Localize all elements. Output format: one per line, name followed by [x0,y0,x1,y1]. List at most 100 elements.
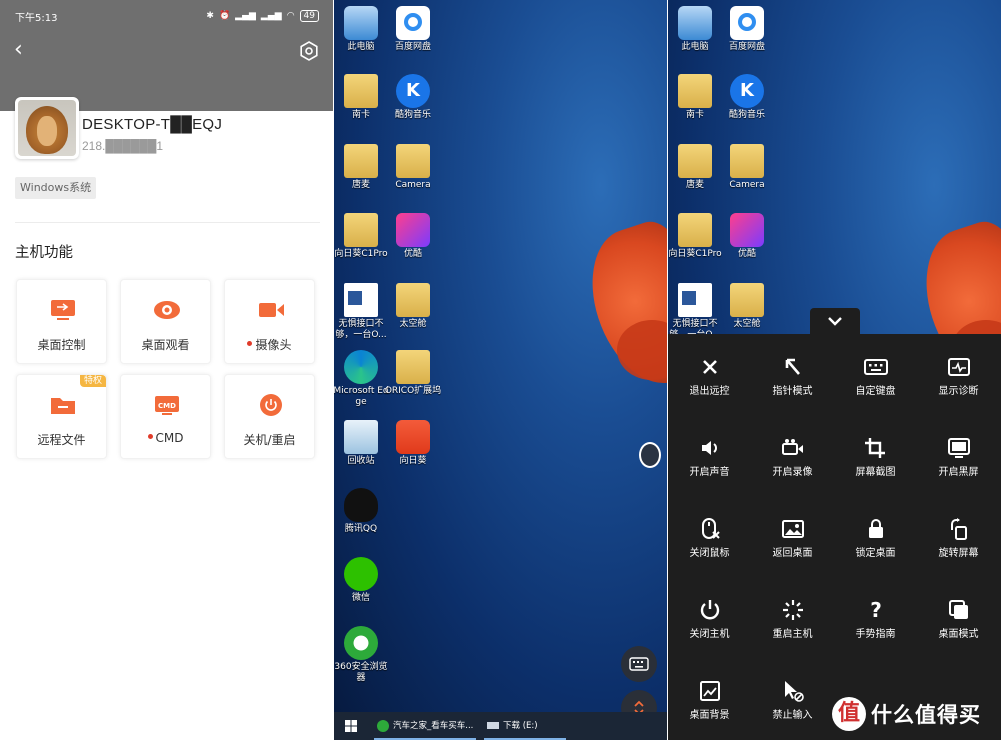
desktop-icon[interactable]: Microsoft Edge [334,350,390,408]
image-icon [782,520,804,538]
gear-icon[interactable] [299,41,319,61]
display-diagnostic-button[interactable]: 显示诊断 [917,334,1000,414]
site-watermark: 什么值得买 [871,703,981,727]
pointer-mode-button[interactable]: 指针模式 [751,334,834,414]
keyboard-button[interactable] [621,646,657,682]
return-desktop-button[interactable]: 返回桌面 [751,496,834,576]
avatar [15,97,79,159]
desktop-icon[interactable]: K 酷狗音乐 [384,74,442,121]
card-label: 桌面控制 [37,338,86,352]
desktop-view-button[interactable]: 桌面观看 [120,279,211,364]
desktop-icon[interactable]: 太空舱 [384,283,442,330]
cmd-icon: CMD [155,396,179,415]
keyboard-icon [864,359,888,375]
remote-desktop-menu-view[interactable]: 此电脑 百度网盘 南卡 K 酷狗音乐 唐麦 Camera 向日葵C1Pro 优酷 … [668,0,1001,740]
desktop-mode-button[interactable]: 桌面模式 [917,577,1000,657]
status-bar: 下午5:13 ✱ ⏰ ▂▄▆ ▂▄▆ ◠ 49 [15,8,319,24]
desktop-icon[interactable]: 向日葵C1Pro [668,213,724,260]
disable-mouse-button[interactable]: 关闭鼠标 [668,496,751,576]
black-screen-button[interactable]: 开启黑屏 [917,415,1000,495]
desktop-icon[interactable]: 优酷 [718,213,776,260]
remote-desktop-view[interactable]: 此电脑 百度网盘 南卡 K 酷狗音乐 唐麦 Camera 向日葵C1Pro 优酷 … [334,0,667,740]
keyboard-icon [629,657,649,671]
cmd-button[interactable]: CMD CMD [120,374,211,459]
desktop-icon[interactable]: 360安全浏览器 [334,626,390,684]
remote-files-button[interactable]: 特权 远程文件 [16,374,107,459]
card-label: CMD [155,431,184,445]
bluetooth-icon: ✱ [206,11,214,21]
shutdown-host-button[interactable]: 关闭主机 [668,577,751,657]
camera-icon [259,303,284,317]
desktop-icon[interactable]: Camera [384,144,442,191]
svg-text:?: ? [870,599,882,621]
desktop-icon[interactable]: 百度网盘 [384,6,442,53]
back-button[interactable]: ‹ [14,39,34,61]
signal-icon: ▂▄▆ [235,11,256,21]
desktop-icon[interactable]: 南卡 [668,74,724,121]
desktop-icon[interactable]: 向日葵 [384,420,442,467]
restart-host-button[interactable]: 重启主机 [751,577,834,657]
host-name: DESKTOP-T██EQJ [82,116,223,133]
desktop-icon[interactable]: 此电脑 [668,6,724,53]
header-bar: 下午5:13 ✱ ⏰ ▂▄▆ ▂▄▆ ◠ 49 ‹ [0,0,333,111]
desktop-icon[interactable]: 向日葵C1Pro [334,213,390,260]
taskbar: 汽车之家_看车买车... 下载 (E:) [334,712,667,740]
host-detail-screen: 下午5:13 ✱ ⏰ ▂▄▆ ▂▄▆ ◠ 49 ‹ DESKTOP-T██EQJ… [0,0,333,740]
desktop-icon[interactable]: 此电脑 [334,6,390,53]
desktop-icon[interactable]: 无惧接口不够，一台O... [334,283,390,341]
folder-icon [51,398,75,414]
status-time: 下午5:13 [15,12,58,24]
desktop-icon[interactable]: 百度网盘 [718,6,776,53]
block-input-button[interactable]: 禁止输入 [751,658,834,738]
camera-button[interactable]: 摄像头 [224,279,315,364]
pointer-icon [785,358,800,375]
desktop-icon[interactable]: 微信 [334,557,390,604]
desktop-control-button[interactable]: 桌面控制 [16,279,107,364]
enable-sound-button[interactable]: 开启声音 [668,415,751,495]
gesture-guide-button[interactable]: ? 手势指南 [834,577,917,657]
desktop-icon[interactable]: Camera [718,144,776,191]
card-label: 桌面观看 [141,338,190,352]
collapse-menu-button[interactable] [810,308,860,335]
block-input-icon [785,681,804,702]
lock-desktop-button[interactable]: 锁定桌面 [834,496,917,576]
desktop-icon[interactable]: 无惧接口不够，一台O... [668,283,724,341]
desktop-icon[interactable]: 南卡 [334,74,390,121]
desktop-icon[interactable]: 回收站 [334,420,390,467]
custom-keyboard-button[interactable]: 自定键盘 [834,334,917,414]
shutdown-restart-button[interactable]: 关机/重启 [224,374,315,459]
card-label: 摄像头 [255,338,292,352]
desktop-icon[interactable]: 太空舱 [718,283,776,330]
crop-icon [865,438,885,458]
lock-icon [869,519,883,538]
exit-remote-button[interactable]: 退出远控 [668,334,751,414]
mouse-off-icon [702,518,720,539]
speaker-icon [702,441,717,455]
rotate-screen-button[interactable]: 旋转屏幕 [917,496,1000,576]
desktop-background-button[interactable]: 桌面背景 [668,658,751,738]
video-record-icon [782,439,803,455]
black-screen-icon [948,438,970,458]
enable-recording-button[interactable]: 开启录像 [751,415,834,495]
screenshot-button[interactable]: 屏幕截图 [834,415,917,495]
signal-icon-2: ▂▄▆ [260,11,282,21]
status-dot [247,341,253,346]
status-dot [147,434,153,439]
desktop-icon[interactable]: 唐麦 [668,144,724,191]
taskbar-item-explorer[interactable]: 下载 (E:) [487,716,538,736]
browser-icon [377,719,389,732]
drive-icon [487,722,499,729]
close-icon [703,360,717,374]
desktop-icon[interactable]: 唐麦 [334,144,390,191]
mouse-toggle-button[interactable] [639,442,661,468]
desktop-icon[interactable]: ORICO扩展坞 [384,350,442,397]
desktop-icon[interactable]: 腾讯QQ [334,488,390,535]
desktop-icon[interactable]: 优酷 [384,213,442,260]
alarm-icon: ⏰ [218,11,231,21]
chevron-down-icon [828,317,842,326]
windows-start-icon[interactable] [345,720,357,732]
svg-text:CMD: CMD [158,402,176,410]
desktop-icon[interactable]: K 酷狗音乐 [718,74,776,121]
taskbar-item-browser[interactable]: 汽车之家_看车买车... [377,716,473,736]
power-icon [260,394,282,416]
